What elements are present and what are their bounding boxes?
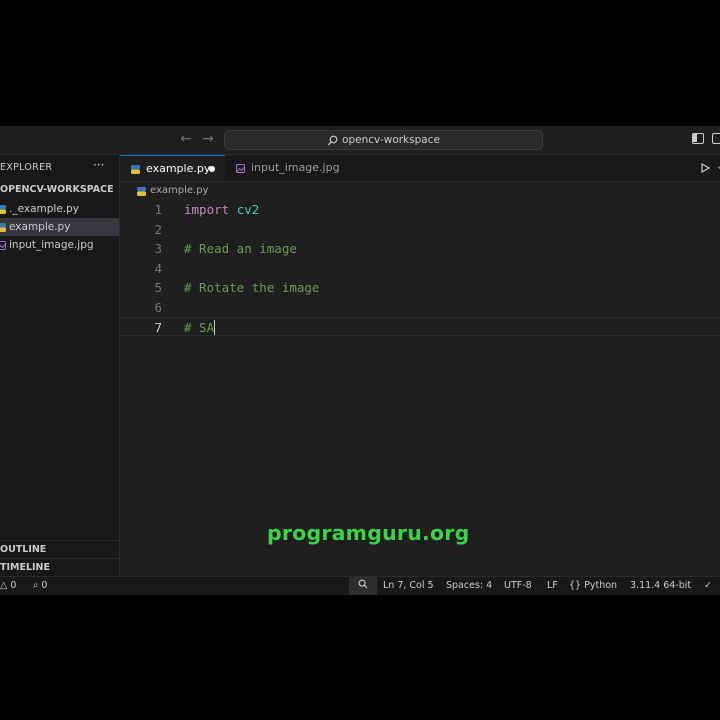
file-label: example.py <box>9 221 71 233</box>
zoom-button[interactable] <box>349 577 377 595</box>
text-caret <box>214 320 216 335</box>
comment-token: # Rotate the image <box>184 280 320 295</box>
braces-icon: {} <box>569 580 582 591</box>
back-arrow-icon[interactable]: ← <box>178 131 194 147</box>
line-number: 6 <box>154 299 162 315</box>
line-number: 2 <box>154 221 162 237</box>
python-file-icon <box>0 223 6 232</box>
tab-label: input_image.jpg <box>251 161 340 174</box>
python-interpreter[interactable]: 3.11.4 64-bit <box>630 577 691 595</box>
problems-indicator[interactable]: △ 0 <box>0 577 16 595</box>
code-line: 6 <box>120 298 720 317</box>
warning-triangle-icon: △ <box>0 580 8 591</box>
warnings-count: 0 <box>41 580 48 591</box>
comment-token: # SA <box>184 320 215 335</box>
toggle-sidebar-icon[interactable] <box>692 133 704 144</box>
explorer-sidebar: EXPLORER ··· OPENCV-WORKSPACE ._example.… <box>0 155 120 576</box>
toggle-panel-icon[interactable] <box>712 133 720 144</box>
line-number: 7 <box>154 320 162 335</box>
module-token: cv2 <box>236 202 260 217</box>
tab-example-py[interactable]: example.py <box>120 155 225 181</box>
broadcast-icon: ⌕ <box>33 580 39 591</box>
unsaved-dot-icon[interactable] <box>209 166 215 172</box>
encoding[interactable]: UTF-8 <box>504 577 532 595</box>
line-number: 3 <box>154 241 162 256</box>
line-number: 4 <box>154 260 162 276</box>
editor-tab-bar: example.py input_image.jpg ⌄ <box>120 155 720 182</box>
workspace-folder-header[interactable]: OPENCV-WORKSPACE <box>0 184 114 195</box>
line-number: 1 <box>154 202 162 217</box>
status-bar: △ 0 ⌕ 0 Ln 7, Col 5 Spaces: 4 UTF-8 LF {… <box>0 576 720 595</box>
outline-panel-header[interactable]: OUTLINE <box>0 540 119 558</box>
language-mode[interactable]: {} Python <box>569 577 617 595</box>
python-file-icon <box>137 187 146 196</box>
line-number: 5 <box>154 280 162 295</box>
run-play-icon[interactable] <box>701 163 710 173</box>
watermark-text: programguru.org <box>267 521 470 545</box>
python-file-icon <box>0 205 6 214</box>
image-file-icon <box>0 241 6 250</box>
explorer-title: EXPLORER <box>0 162 53 173</box>
code-line: 1 import cv2 <box>120 200 720 219</box>
file-label: input_image.jpg <box>9 239 94 251</box>
code-line: 5 # Rotate the image <box>120 278 720 297</box>
errors-count: 0 <box>10 580 17 591</box>
code-text: import cv2 <box>184 200 259 219</box>
forward-arrow-icon[interactable]: → <box>200 131 216 147</box>
tab-input-image-jpg[interactable]: input_image.jpg <box>226 155 351 181</box>
breadcrumb-file[interactable]: example.py <box>150 182 209 200</box>
python-file-icon <box>131 165 140 174</box>
cursor-position[interactable]: Ln 7, Col 5 <box>383 577 434 595</box>
current-code-line: 7 # SA <box>120 317 720 336</box>
language-label: Python <box>584 580 618 591</box>
file-item-dot-example-py[interactable]: ._example.py <box>0 200 119 218</box>
title-bar: ← → opencv-workspace <box>0 126 720 155</box>
indentation[interactable]: Spaces: 4 <box>446 577 492 595</box>
image-file-icon <box>236 164 245 173</box>
more-actions-icon[interactable]: ··· <box>93 158 104 172</box>
timeline-panel-header[interactable]: TIMELINE <box>0 558 119 576</box>
search-icon <box>327 135 338 145</box>
notifications-check-icon[interactable]: ✓ <box>704 577 712 595</box>
command-center-search[interactable]: opencv-workspace <box>224 130 543 150</box>
ports-indicator[interactable]: ⌕ 0 <box>33 577 47 595</box>
zoom-search-icon <box>358 579 368 589</box>
code-editor[interactable]: 1 import cv2 2 3 # Read an image 4 5 # R… <box>120 200 720 576</box>
file-item-input-image-jpg[interactable]: input_image.jpg <box>0 236 119 254</box>
keyword-token: import <box>184 202 230 217</box>
code-line: 3 # Read an image <box>120 239 720 258</box>
tab-label: example.py <box>146 162 211 175</box>
file-item-example-py[interactable]: example.py <box>0 218 119 236</box>
breadcrumb: example.py <box>120 182 720 200</box>
run-dropdown-chevron-icon[interactable]: ⌄ <box>716 161 720 172</box>
code-text: # SA <box>184 318 216 337</box>
command-center-label: opencv-workspace <box>342 134 440 146</box>
end-of-line[interactable]: LF <box>547 577 558 595</box>
file-label: ._example.py <box>9 203 79 215</box>
code-line: 2 <box>120 220 720 239</box>
comment-token: # Read an image <box>184 241 297 256</box>
code-line: 4 <box>120 259 720 278</box>
